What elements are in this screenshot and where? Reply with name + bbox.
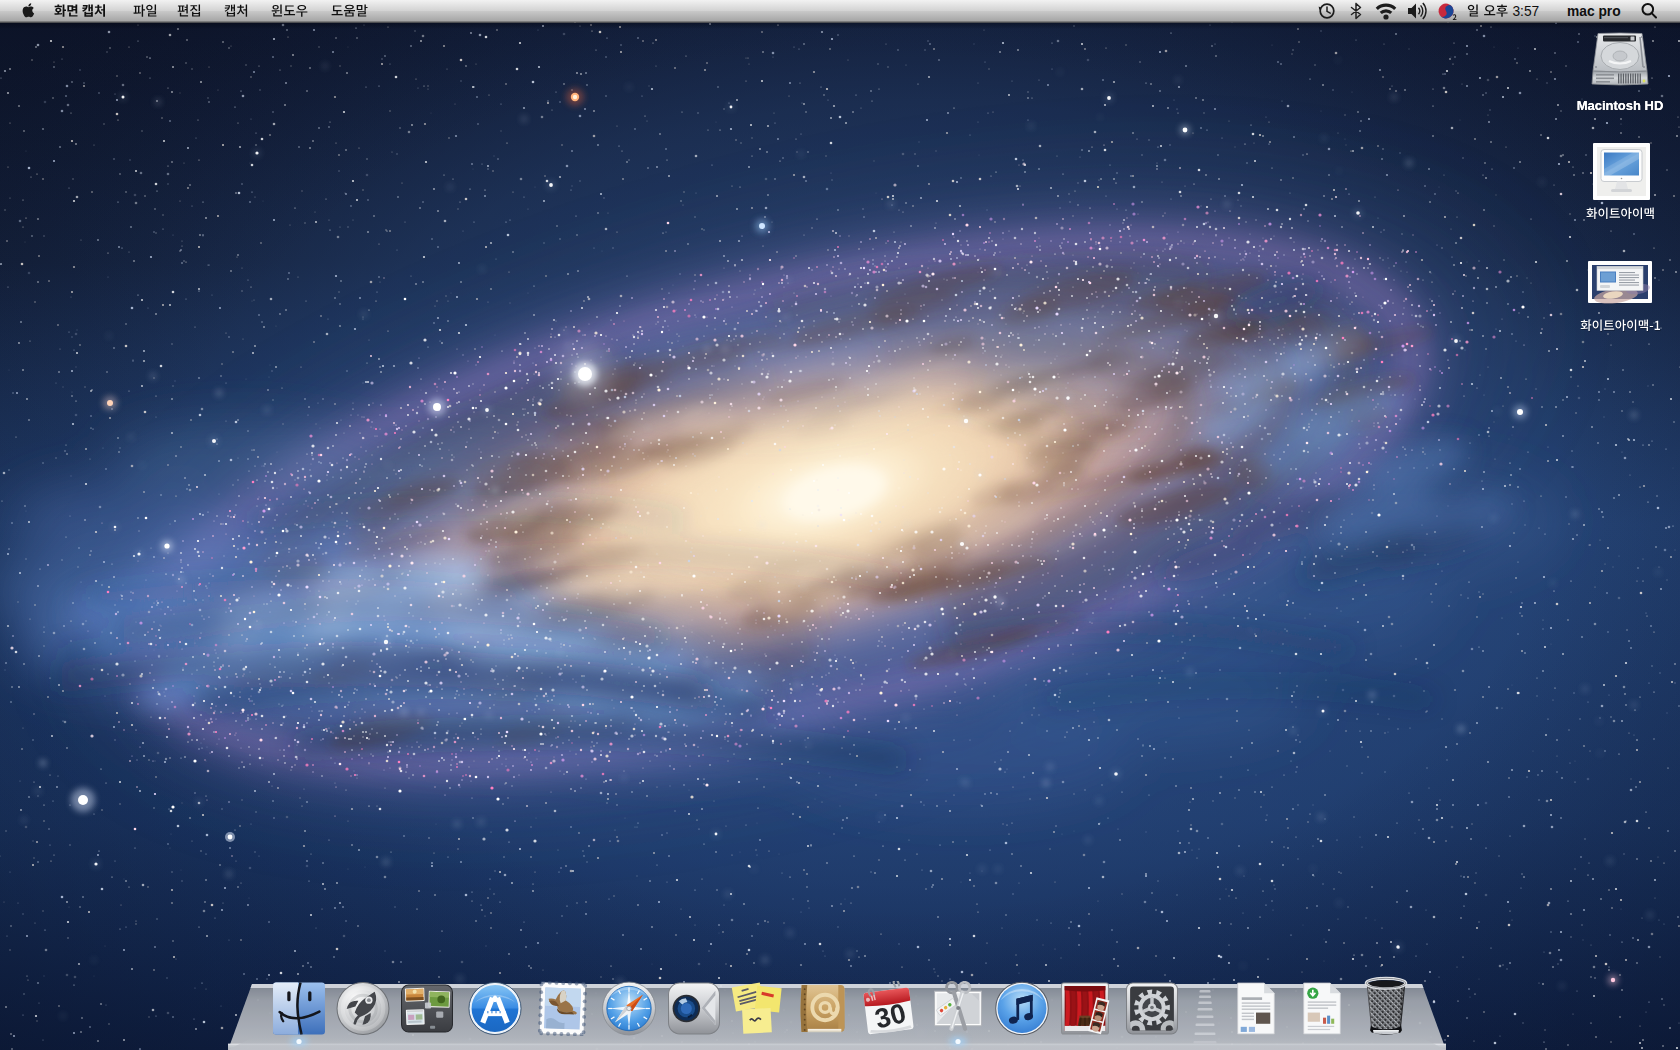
svg-text:3:57: 3:57 [1512, 4, 1539, 19]
svg-text:mac pro: mac pro [1567, 4, 1621, 19]
svg-text:Macintosh HD: Macintosh HD [1577, 98, 1664, 113]
